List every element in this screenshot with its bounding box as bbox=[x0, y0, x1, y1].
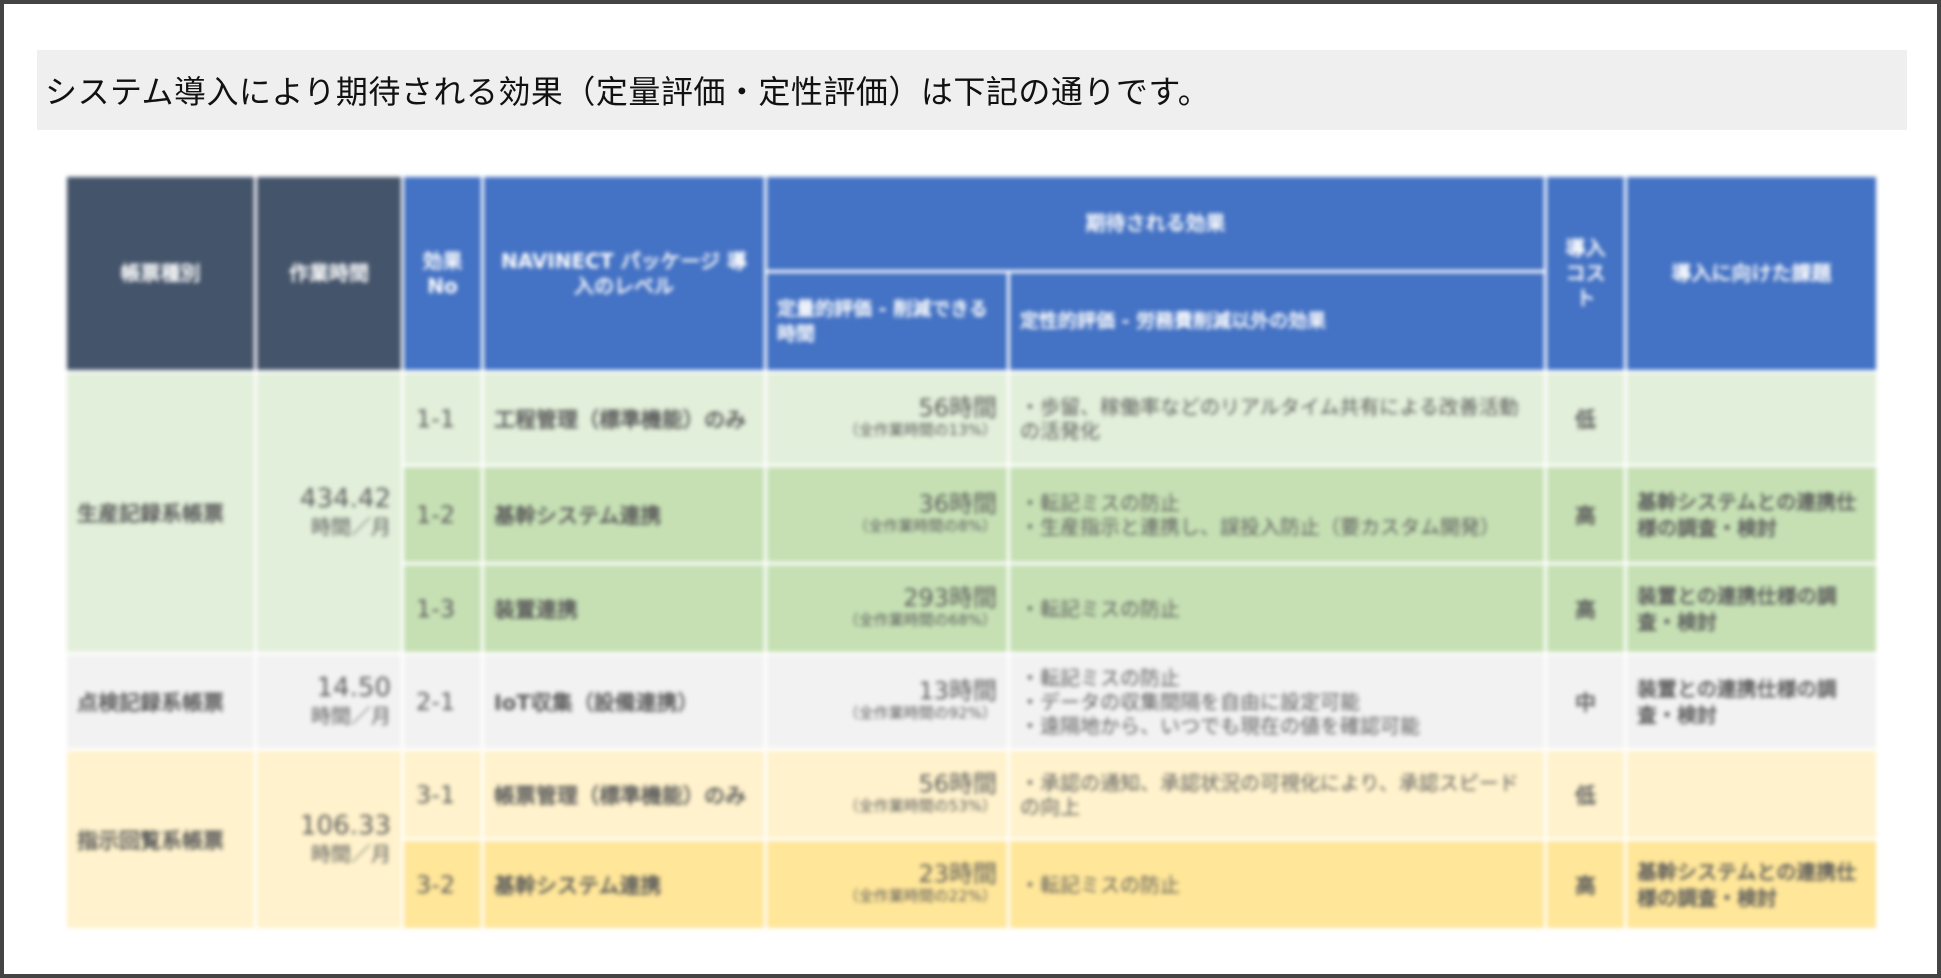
header-issues: 導入に向けた課題 bbox=[1624, 174, 1879, 373]
table-row: 生産記録系帳票 434.42 時間／月 1-1 工程管理（標準機能）のみ 56時間… bbox=[64, 370, 1879, 655]
issue-cell: 基幹システムとの連携仕様の調査・検討 bbox=[1624, 464, 1879, 565]
quantitative-cell: 36時間 （全作業時間の8%） bbox=[764, 464, 1010, 565]
effect-no: 2-1 bbox=[401, 652, 484, 751]
issue-cell: 基幹システムとの連携仕様の調査・検討 bbox=[1624, 838, 1879, 931]
group-name: 指示回覧系帳票 bbox=[64, 748, 257, 931]
table-row: 指示回覧系帳票 106.33 時間／月 3-1 帳票管理（標準機能）のみ 56時間… bbox=[64, 748, 1879, 931]
issue-cell bbox=[1624, 748, 1879, 841]
qualitative-cell: ・転記ミスの防止 ・生産指示と連携し、誤投入防止（要カスタム開発） bbox=[1007, 464, 1547, 565]
effects-table-container: 帳票種別 作業時間 効果 No NAVINECT パッケージ 導入のレベル 期待… bbox=[64, 174, 1879, 931]
effect-no: 3-2 bbox=[401, 838, 484, 931]
group-work-time: 14.50 時間／月 bbox=[254, 652, 404, 751]
package-level: 基幹システム連携 bbox=[481, 464, 767, 565]
effect-no: 1-1 bbox=[401, 370, 484, 467]
header-qualitative: 定性的評価 - 労務費削減以外の効果 bbox=[1007, 270, 1547, 373]
table-row: 点検記録系帳票 14.50 時間／月 2-1 IoT収集（設備連携） 13時間 （全… bbox=[64, 652, 1879, 751]
qualitative-cell: ・転記ミスの防止 ・データの収集間隔を自由に設定可能 ・遠隔地から、いつでも現在の値… bbox=[1007, 652, 1547, 751]
effect-no: 1-3 bbox=[401, 562, 484, 655]
cost-cell: 高 bbox=[1544, 464, 1627, 565]
package-level: 装置連携 bbox=[481, 562, 767, 655]
quantitative-cell: 23時間 （全作業時間の22%） bbox=[764, 838, 1010, 931]
package-level: 基幹システム連携 bbox=[481, 838, 767, 931]
header-package-level: NAVINECT パッケージ 導入のレベル bbox=[481, 174, 767, 373]
header-quantitative: 定量的評価 - 削減できる時間 bbox=[764, 270, 1010, 373]
package-level: IoT収集（設備連携） bbox=[481, 652, 767, 751]
header-form-type: 帳票種別 bbox=[64, 174, 257, 373]
cost-cell: 中 bbox=[1544, 652, 1627, 751]
issue-cell bbox=[1624, 370, 1879, 467]
header-cost: 導入 コスト bbox=[1544, 174, 1627, 373]
package-level: 帳票管理（標準機能）のみ bbox=[481, 748, 767, 841]
quantitative-cell: 56時間 （全作業時間の13%） bbox=[764, 370, 1010, 467]
group-name: 生産記録系帳票 bbox=[64, 370, 257, 655]
header-expected-effects: 期待される効果 bbox=[764, 174, 1547, 273]
issue-cell: 装置との連携仕様の調査・検討 bbox=[1624, 562, 1879, 655]
issue-cell: 装置との連携仕様の調査・検討 bbox=[1624, 652, 1879, 751]
cost-cell: 高 bbox=[1544, 838, 1627, 931]
cost-cell: 低 bbox=[1544, 748, 1627, 841]
qualitative-cell: ・歩留、稼働率などのリアルタイム共有による改善活動の活発化 bbox=[1007, 370, 1547, 467]
cost-cell: 低 bbox=[1544, 370, 1627, 467]
qualitative-cell: ・転記ミスの防止 bbox=[1007, 562, 1547, 655]
header-effect-no: 効果 No bbox=[401, 174, 484, 373]
group-work-time: 106.33 時間／月 bbox=[254, 748, 404, 931]
effect-no: 1-2 bbox=[401, 464, 484, 565]
package-level: 工程管理（標準機能）のみ bbox=[481, 370, 767, 467]
slide-frame: システム導入により期待される効果（定量評価・定性評価）は下記の通りです。 帳票種… bbox=[0, 0, 1941, 978]
page-title: システム導入により期待される効果（定量評価・定性評価）は下記の通りです。 bbox=[37, 50, 1907, 130]
effect-no: 3-1 bbox=[401, 748, 484, 841]
quantitative-cell: 13時間 （全作業時間の92%） bbox=[764, 652, 1010, 751]
cost-cell: 高 bbox=[1544, 562, 1627, 655]
qualitative-cell: ・転記ミスの防止 bbox=[1007, 838, 1547, 931]
group-name: 点検記録系帳票 bbox=[64, 652, 257, 751]
quantitative-cell: 56時間 （全作業時間の53%） bbox=[764, 748, 1010, 841]
qualitative-cell: ・承認の通知、承認状況の可視化により、承認スピードの向上 bbox=[1007, 748, 1547, 841]
effects-table: 帳票種別 作業時間 効果 No NAVINECT パッケージ 導入のレベル 期待… bbox=[64, 174, 1879, 931]
group-work-time: 434.42 時間／月 bbox=[254, 370, 404, 655]
quantitative-cell: 293時間 （全作業時間の68%） bbox=[764, 562, 1010, 655]
header-work-time: 作業時間 bbox=[254, 174, 404, 373]
